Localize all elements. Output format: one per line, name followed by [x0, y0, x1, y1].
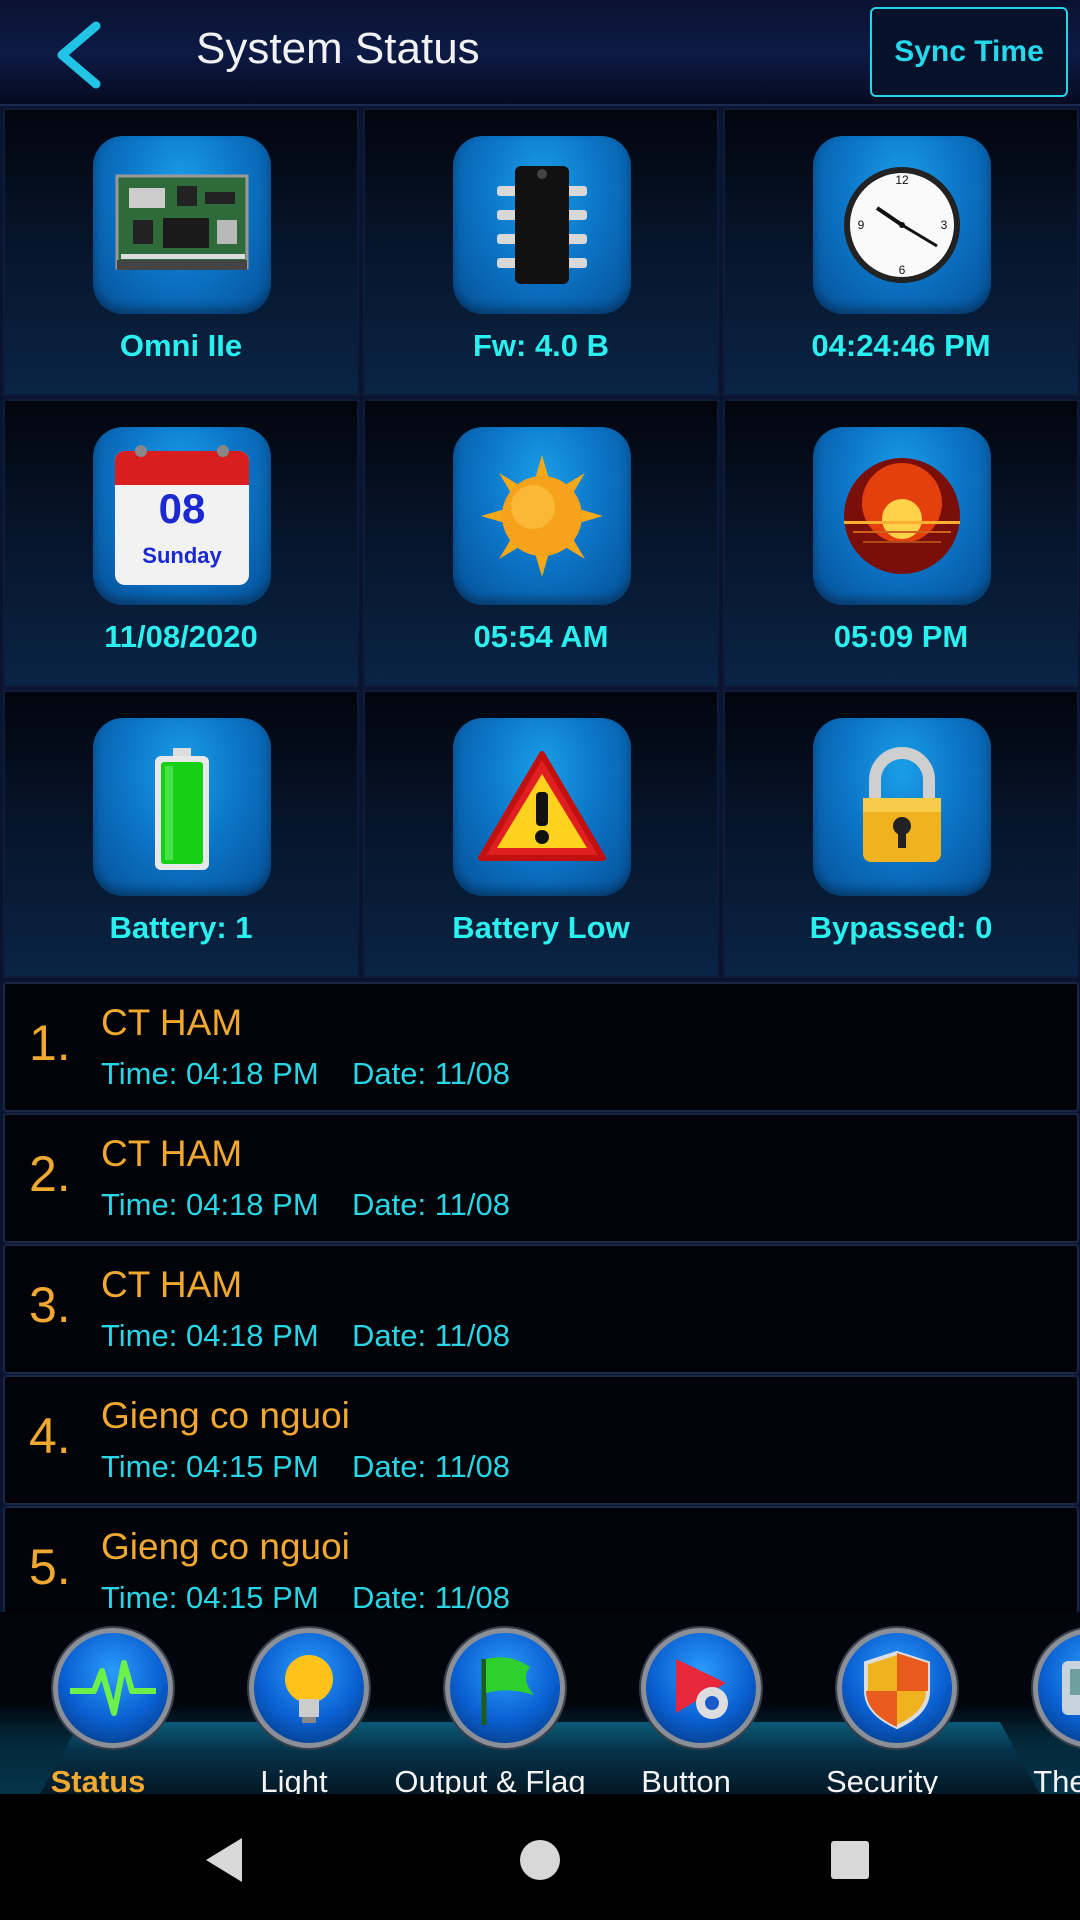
tile-bypassed[interactable]: Bypassed: 0: [723, 690, 1079, 978]
sunset-icon: [813, 427, 991, 605]
current-time-label: 04:24:46 PM: [811, 328, 991, 363]
system-back-button[interactable]: [196, 1830, 256, 1890]
nav-thermostat[interactable]: Therm: [980, 1628, 1080, 1794]
header-bar: System Status Sync Time: [0, 0, 1080, 106]
event-log-list: 1. CT HAM Time: 04:18 PM Date: 11/08 2. …: [0, 982, 1080, 1612]
sunset-time-label: 05:09 PM: [833, 619, 969, 654]
button-play-icon: [641, 1628, 761, 1748]
tile-date[interactable]: 08 Sunday 11/08/2020: [3, 399, 359, 687]
firmware-label: Fw: 4.0 B: [472, 328, 610, 363]
event-date: Date: 11/08: [352, 1056, 510, 1091]
tile-clock[interactable]: 12 3 6 9 04:24:46 PM: [723, 108, 1079, 396]
nav-light[interactable]: Light: [196, 1628, 392, 1794]
svg-text:9: 9: [858, 218, 865, 232]
sync-time-button[interactable]: Sync Time: [870, 7, 1068, 97]
nav-security-label: Security: [826, 1764, 938, 1794]
svg-text:3: 3: [941, 218, 948, 232]
event-number: 3.: [29, 1277, 71, 1333]
event-name: Gieng co nguoi: [101, 1395, 350, 1436]
event-number: 2.: [29, 1146, 71, 1202]
event-item[interactable]: 1. CT HAM Time: 04:18 PM Date: 11/08: [3, 982, 1079, 1112]
svg-text:12: 12: [895, 173, 909, 187]
circle-home-icon: [520, 1840, 560, 1880]
event-time: Time: 04:18 PM: [101, 1187, 319, 1222]
chip-icon: [453, 136, 631, 314]
tile-sunset[interactable]: 05:09 PM: [723, 399, 1079, 687]
controller-model-label: Omni IIe: [119, 328, 243, 363]
system-recents-button[interactable]: [820, 1830, 880, 1890]
nav-security[interactable]: Security: [784, 1628, 980, 1794]
nav-button[interactable]: Button: [588, 1628, 784, 1794]
back-arrow-icon: [57, 21, 101, 89]
triangle-back-icon: [206, 1838, 242, 1882]
calendar-day-number: 08: [158, 485, 206, 532]
event-time: Time: 04:18 PM: [101, 1056, 319, 1091]
nav-status-label: Status: [50, 1764, 146, 1794]
event-time: Time: 04:15 PM: [101, 1449, 319, 1484]
svg-text:6: 6: [899, 263, 906, 277]
nav-light-label: Light: [260, 1764, 328, 1794]
event-name: CT HAM: [101, 1264, 243, 1305]
tile-sunrise[interactable]: 05:54 AM: [363, 399, 719, 687]
event-item[interactable]: 2. CT HAM Time: 04:18 PM Date: 11/08: [3, 1113, 1079, 1243]
shield-icon: [837, 1628, 957, 1748]
event-time: Time: 04:15 PM: [101, 1580, 319, 1612]
tile-controller[interactable]: Omni IIe: [3, 108, 359, 396]
battery-icon: [93, 718, 271, 896]
thermostat-icon: [1033, 1628, 1080, 1748]
system-home-button[interactable]: [510, 1830, 570, 1890]
event-item[interactable]: 5. Gieng co nguoi Time: 04:15 PM Date: 1…: [3, 1506, 1079, 1612]
bulb-icon: [249, 1628, 369, 1748]
event-name: CT HAM: [101, 1002, 243, 1043]
event-number: 1.: [29, 1015, 71, 1071]
date-label: 11/08/2020: [104, 619, 258, 654]
bypassed-label: Bypassed: 0: [809, 910, 993, 945]
event-name: CT HAM: [101, 1133, 243, 1174]
event-time: Time: 04:18 PM: [101, 1318, 319, 1353]
status-grid: Omni IIe Fw: 4.0 B 12 3 6 9 04:24:46 PM …: [0, 106, 1080, 982]
nav-status[interactable]: Status: [0, 1628, 196, 1794]
event-date: Date: 11/08: [352, 1580, 510, 1612]
back-button[interactable]: [40, 20, 120, 90]
sunrise-time-label: 05:54 AM: [473, 619, 609, 654]
sunrise-sun-icon: [453, 427, 631, 605]
tile-battery[interactable]: Battery: 1: [3, 690, 359, 978]
square-recents-icon: [831, 1841, 869, 1879]
event-name: Gieng co nguoi: [101, 1526, 350, 1567]
controller-board-icon: [93, 136, 271, 314]
event-date: Date: 11/08: [352, 1449, 510, 1484]
tile-battery-low[interactable]: Battery Low: [363, 690, 719, 978]
padlock-icon: [813, 718, 991, 896]
battery-label: Battery: 1: [109, 910, 253, 945]
nav-thermostat-label: Therm: [1033, 1764, 1080, 1794]
bottom-nav: Status Light Output & Flag Button Securi…: [0, 1612, 1080, 1794]
event-date: Date: 11/08: [352, 1318, 510, 1353]
battery-low-label: Battery Low: [452, 910, 630, 945]
event-item[interactable]: 3. CT HAM Time: 04:18 PM Date: 11/08: [3, 1244, 1079, 1374]
nav-button-label: Button: [641, 1764, 731, 1794]
page-title: System Status: [196, 24, 480, 73]
event-date: Date: 11/08: [352, 1187, 510, 1222]
event-number: 4.: [29, 1408, 71, 1464]
tile-firmware[interactable]: Fw: 4.0 B: [363, 108, 719, 396]
system-nav-bar: [0, 1794, 1080, 1920]
event-number: 5.: [29, 1539, 71, 1595]
event-item[interactable]: 4. Gieng co nguoi Time: 04:15 PM Date: 1…: [3, 1375, 1079, 1505]
nav-output-flag-label: Output & Flag: [394, 1764, 586, 1794]
flag-icon: [445, 1628, 565, 1748]
calendar-icon: 08 Sunday: [93, 427, 271, 605]
warning-icon: [453, 718, 631, 896]
pulse-icon: [53, 1628, 173, 1748]
nav-output-flag[interactable]: Output & Flag: [392, 1628, 588, 1794]
calendar-weekday: Sunday: [142, 543, 222, 568]
clock-icon: 12 3 6 9: [813, 136, 991, 314]
